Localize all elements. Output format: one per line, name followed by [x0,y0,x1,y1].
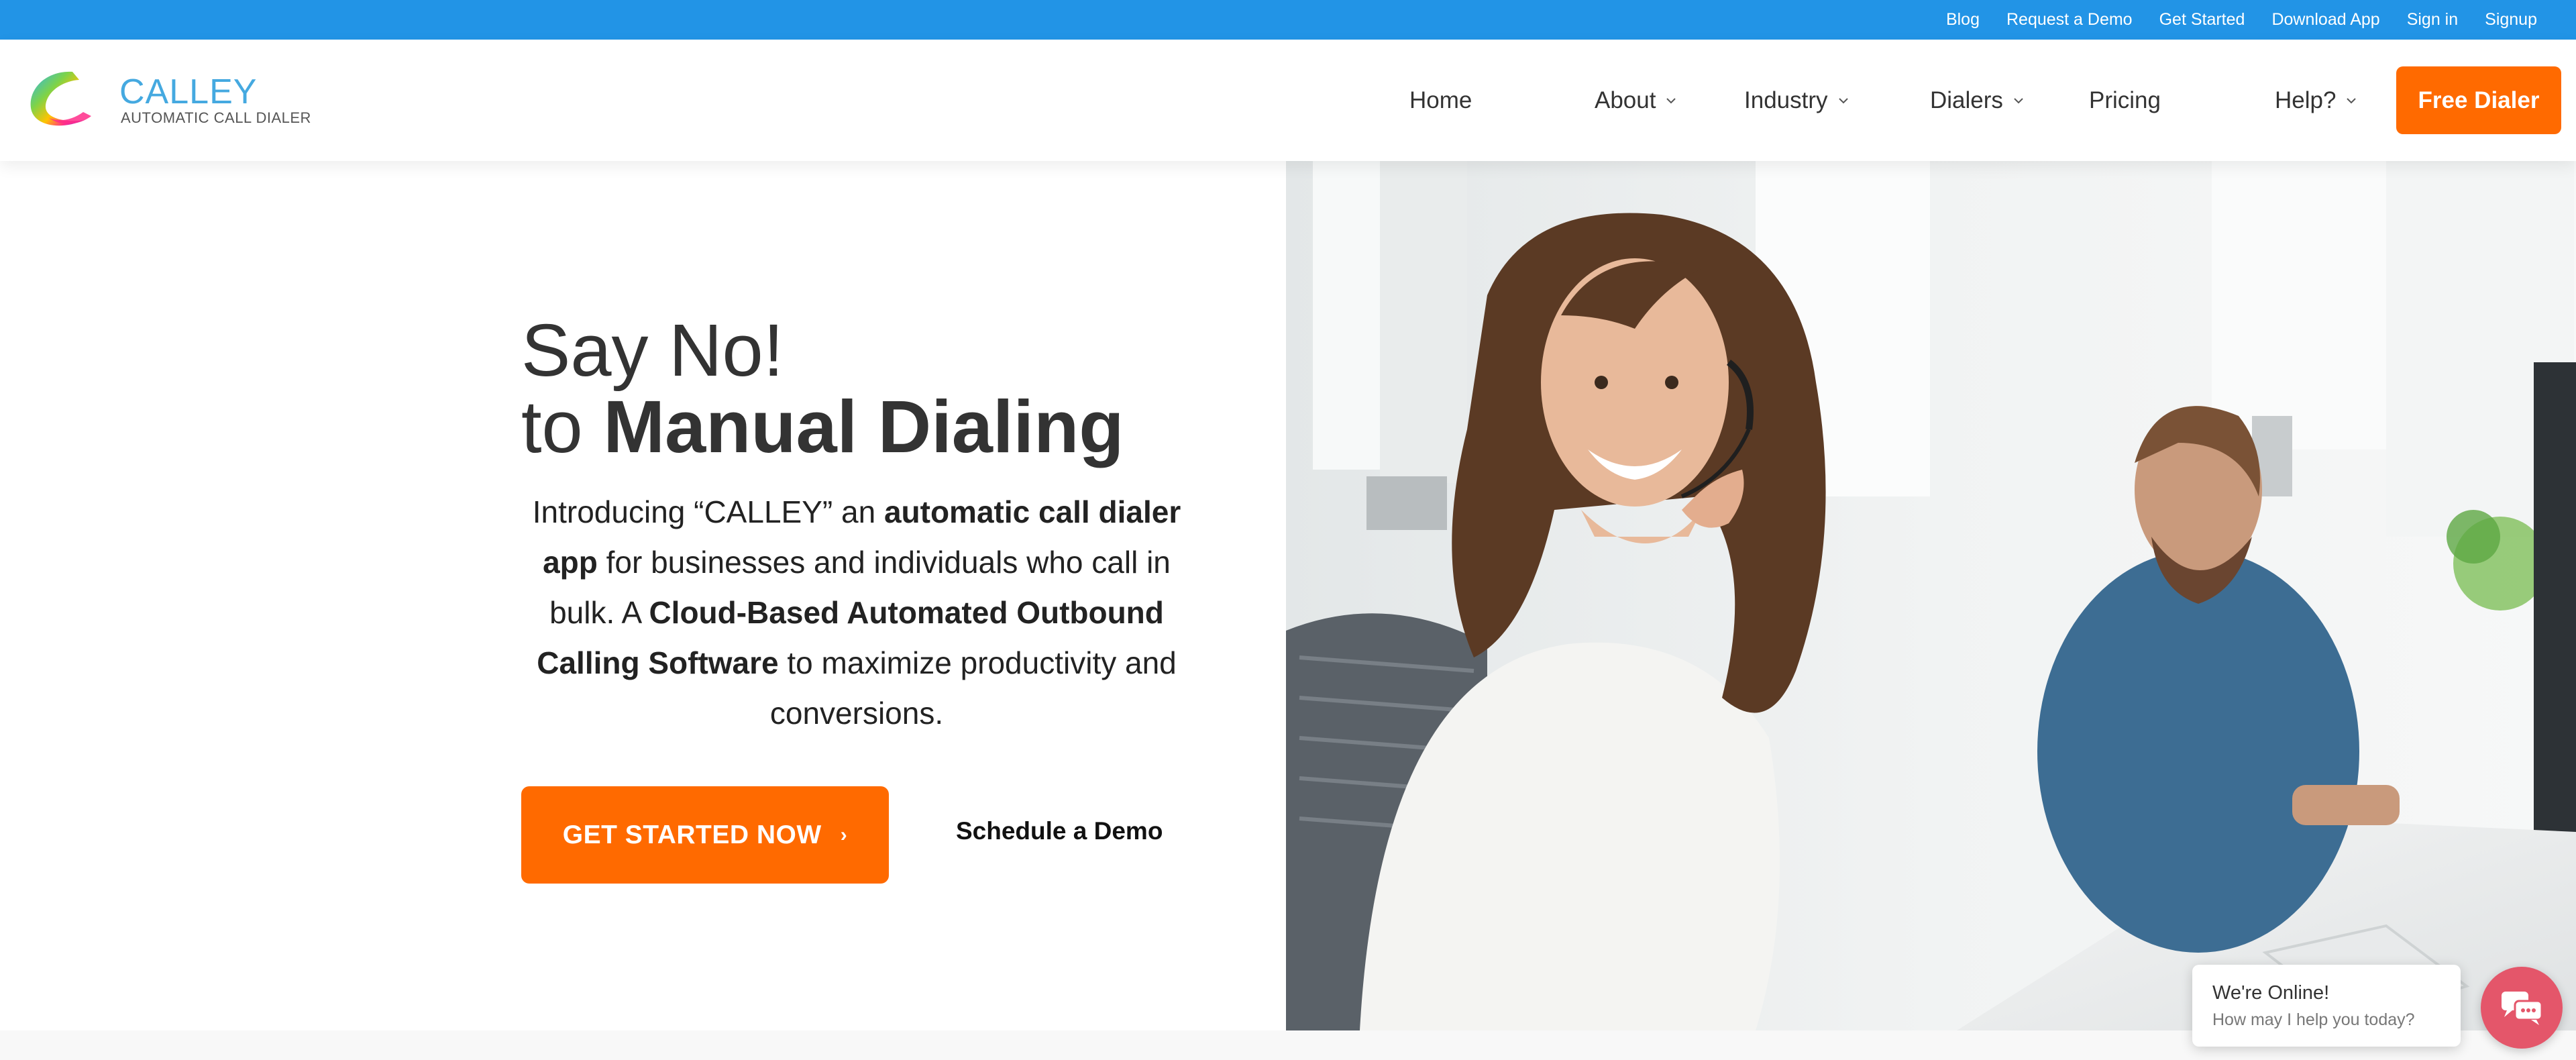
chevron-down-icon [1665,95,1677,107]
top-link-get-started[interactable]: Get Started [2159,10,2245,30]
top-links: Blog Request a Demo Get Started Download… [1946,0,2537,40]
top-link-download-app[interactable]: Download App [2271,10,2379,30]
nav-pricing[interactable]: Pricing [2089,40,2161,161]
hero-title-prefix: to [521,386,583,468]
logo-tagline: AUTOMATIC CALL DIALER [121,109,311,126]
free-dialer-button[interactable]: Free Dialer [2396,66,2561,134]
calley-swoosh-logo-icon [30,71,91,126]
chevron-down-icon [1837,95,1849,107]
logo-name: CALLEY [119,72,258,111]
chat-icon [2502,992,2543,1025]
chevron-down-icon [2345,95,2357,107]
top-link-request-demo[interactable]: Request a Demo [2006,10,2133,30]
top-link-blog[interactable]: Blog [1946,10,1980,30]
schedule-demo-link[interactable]: Schedule a Demo [956,817,1163,845]
chat-subtitle: How may I help you today? [2212,1010,2415,1029]
nav-help[interactable]: Help? [2275,40,2357,161]
hero-title-bold: Manual Dialing [603,386,1124,468]
get-started-now-button[interactable]: GET STARTED NOW › [521,786,889,884]
nav-industry[interactable]: Industry [1744,40,1849,161]
bottom-strip [0,1030,2576,1060]
top-link-signup[interactable]: Signup [2485,10,2537,30]
top-utility-bar: Blog Request a Demo Get Started Download… [0,0,2576,40]
chat-title: We're Online! [2212,982,2330,1004]
nav-about-label: About [1595,87,1656,113]
nav-pricing-label: Pricing [2089,87,2161,113]
top-link-sign-in[interactable]: Sign in [2407,10,2458,30]
chat-greeting-bubble[interactable]: We're Online! How may I help you today? [2192,965,2461,1047]
hero-title-line2: to Manual Dialing [521,386,1124,468]
call-center-agents-photo [1286,161,2576,1030]
chat-launcher-button[interactable] [2481,967,2563,1049]
nav-home[interactable]: Home [1409,40,1472,161]
nav-dialers[interactable]: Dialers [1930,40,2025,161]
main-header: CALLEY AUTOMATIC CALL DIALER [0,40,2576,161]
nav-dialers-label: Dialers [1930,87,2003,113]
logo[interactable]: CALLEY AUTOMATIC CALL DIALER [25,66,321,140]
get-started-label: GET STARTED NOW [562,820,822,849]
hero-description: Introducing “CALLEY” an automatic call d… [521,487,1192,739]
nav-about[interactable]: About [1595,40,1677,161]
hero-title-line1: Say No! [521,309,784,392]
hero-desc-part3: to maximize productivity and conversions… [769,645,1177,731]
nav-industry-label: Industry [1744,87,1828,113]
nav-home-label: Home [1409,87,1472,113]
nav-help-label: Help? [2275,87,2337,113]
hero-desc-part1: Introducing “CALLEY” an [532,494,876,529]
hero-photo-illustration [1286,161,2576,1030]
chevron-down-icon [2012,95,2025,107]
chevron-right-icon: › [840,823,848,846]
